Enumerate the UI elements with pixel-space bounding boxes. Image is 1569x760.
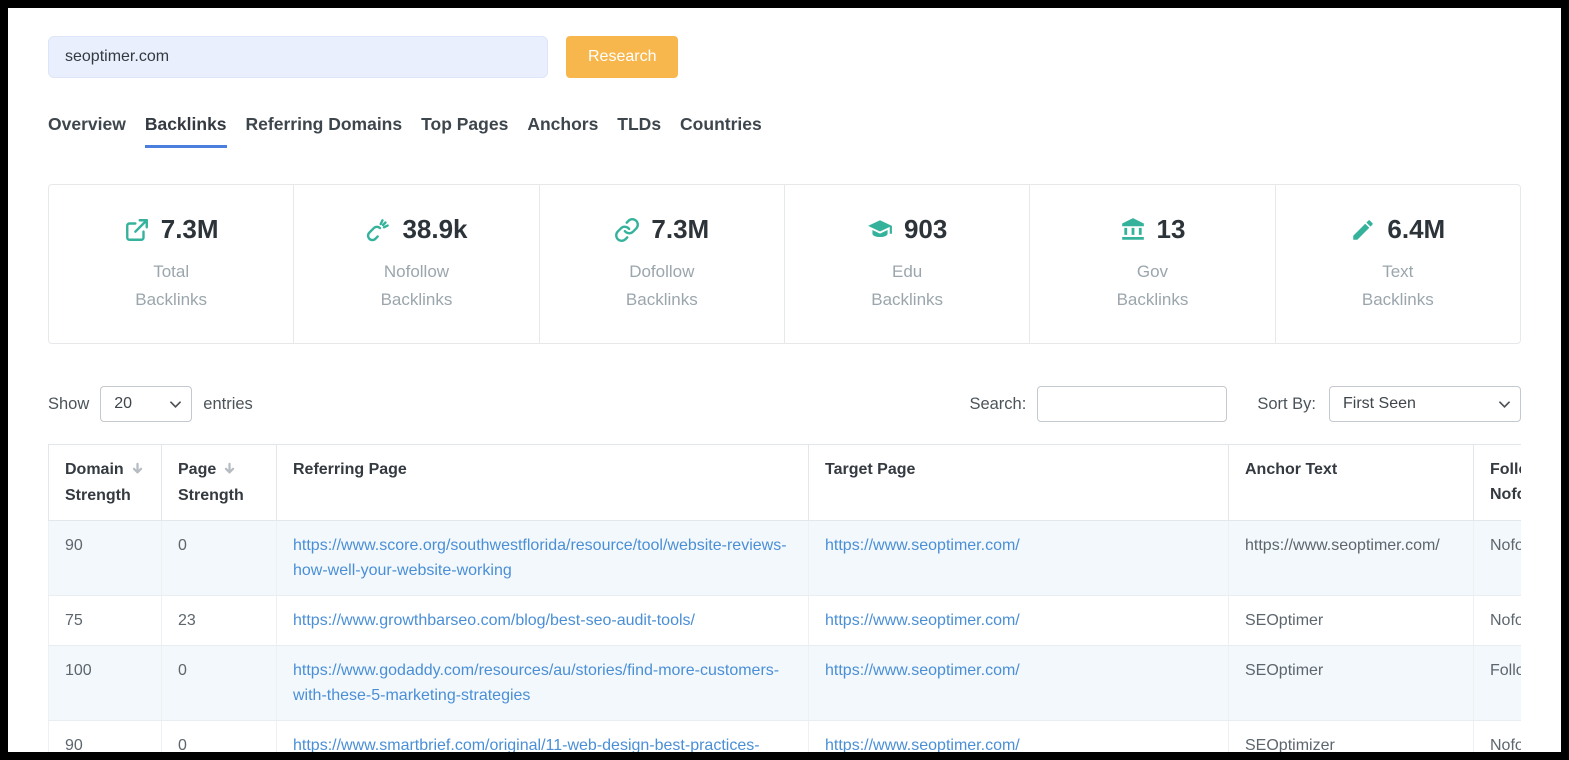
- anchor-text-cell: SEOptimizer: [1229, 721, 1474, 753]
- stat-value: 7.3M: [161, 214, 219, 245]
- stat-label: Nofollow Backlinks: [381, 258, 453, 314]
- bank-icon: [1120, 217, 1146, 243]
- sort-down-icon[interactable]: [131, 458, 144, 483]
- target-page-link[interactable]: https://www.seoptimer.com/: [825, 612, 1020, 629]
- column-header-follow-nofollow: Follow Nofollow: [1474, 445, 1522, 521]
- column-header-anchor-text: Anchor Text: [1229, 445, 1474, 521]
- page-strength-cell: 0: [162, 521, 277, 596]
- stat-edu-backlinks: 903 Edu Backlinks: [784, 185, 1029, 343]
- stat-value: 13: [1157, 214, 1186, 245]
- tab-tlds[interactable]: TLDs: [617, 114, 661, 148]
- referring-page-link[interactable]: https://www.godaddy.com/resources/au/sto…: [293, 662, 779, 704]
- research-button[interactable]: Research: [566, 36, 678, 78]
- tab-referring-domains[interactable]: Referring Domains: [246, 114, 403, 148]
- referring-page-cell: https://www.smartbrief.com/original/11-w…: [277, 721, 809, 753]
- stat-dofollow-backlinks: 7.3M Dofollow Backlinks: [539, 185, 784, 343]
- follow-cell: Nofollow: [1474, 521, 1522, 596]
- stat-total-backlinks: 7.3M Total Backlinks: [49, 185, 293, 343]
- anchor-text-cell: SEOptimer: [1229, 646, 1474, 721]
- column-header-target-page: Target Page: [809, 445, 1229, 521]
- backlinks-table: Domain Strength Page Strength Referring …: [48, 444, 1521, 752]
- sort-by-label: Sort By:: [1257, 395, 1316, 414]
- target-page-cell: https://www.seoptimer.com/: [809, 646, 1229, 721]
- referring-page-cell: https://www.growthbarseo.com/blog/best-s…: [277, 596, 809, 646]
- anchor-text-cell: https://www.seoptimer.com/: [1229, 521, 1474, 596]
- backlinks-table-wrap: Domain Strength Page Strength Referring …: [48, 444, 1521, 752]
- external-link-icon: [124, 217, 150, 243]
- tab-top-pages[interactable]: Top Pages: [421, 114, 508, 148]
- tab-backlinks[interactable]: Backlinks: [145, 114, 227, 148]
- search-label: Search:: [969, 395, 1026, 414]
- column-header-domain-strength[interactable]: Domain Strength: [49, 445, 162, 521]
- sort-down-icon[interactable]: [223, 458, 236, 483]
- controls-right: Search: Sort By: First Seen: [969, 386, 1521, 422]
- referring-page-link[interactable]: https://www.growthbarseo.com/blog/best-s…: [293, 612, 695, 629]
- stat-label: Total Backlinks: [135, 258, 207, 314]
- stat-text-backlinks: 6.4M Text Backlinks: [1275, 185, 1520, 343]
- stat-value: 6.4M: [1387, 214, 1445, 245]
- referring-page-link[interactable]: https://www.score.org/southwestflorida/r…: [293, 537, 787, 579]
- domain-search-bar: Research: [48, 36, 1521, 78]
- domain-strength-cell: 90: [49, 721, 162, 753]
- sort-by-select[interactable]: First Seen: [1329, 386, 1521, 422]
- stat-value: 7.3M: [651, 214, 709, 245]
- column-header-page-strength[interactable]: Page Strength: [162, 445, 277, 521]
- table-controls: Show 20 entries Search: Sort By: First S…: [48, 386, 1521, 422]
- follow-cell: Nofollow: [1474, 721, 1522, 753]
- target-page-cell: https://www.seoptimer.com/: [809, 596, 1229, 646]
- stat-label: Edu Backlinks: [871, 258, 943, 314]
- entries-select[interactable]: 20: [100, 386, 192, 422]
- page-strength-cell: 23: [162, 596, 277, 646]
- target-page-link[interactable]: https://www.seoptimer.com/: [825, 737, 1020, 752]
- stat-nofollow-backlinks: 38.9k Nofollow Backlinks: [293, 185, 538, 343]
- follow-cell: Follow: [1474, 646, 1522, 721]
- target-page-cell: https://www.seoptimer.com/: [809, 721, 1229, 753]
- referring-page-link[interactable]: https://www.smartbrief.com/original/11-w…: [293, 737, 760, 752]
- tab-overview[interactable]: Overview: [48, 114, 126, 148]
- target-page-link[interactable]: https://www.seoptimer.com/: [825, 537, 1020, 554]
- stat-label: Gov Backlinks: [1117, 258, 1189, 314]
- backlink-research-page: Research Overview Backlinks Referring Do…: [8, 8, 1561, 752]
- stat-gov-backlinks: 13 Gov Backlinks: [1029, 185, 1274, 343]
- stat-value: 38.9k: [402, 214, 467, 245]
- backlink-stats-card: 7.3M Total Backlinks 38.9k Nofollow Back…: [48, 184, 1521, 344]
- page-strength-cell: 0: [162, 721, 277, 753]
- stat-value: 903: [904, 214, 947, 245]
- target-page-cell: https://www.seoptimer.com/: [809, 521, 1229, 596]
- graduation-cap-icon: [867, 217, 893, 243]
- table-row: 75 23 https://www.growthbarseo.com/blog/…: [49, 596, 1522, 646]
- page-strength-cell: 0: [162, 646, 277, 721]
- tab-countries[interactable]: Countries: [680, 114, 762, 148]
- stat-label: Dofollow Backlinks: [626, 258, 698, 314]
- referring-page-cell: https://www.score.org/southwestflorida/r…: [277, 521, 809, 596]
- anchor-text-cell: SEOptimer: [1229, 596, 1474, 646]
- column-header-referring-page: Referring Page: [277, 445, 809, 521]
- referring-page-cell: https://www.godaddy.com/resources/au/sto…: [277, 646, 809, 721]
- target-page-link[interactable]: https://www.seoptimer.com/: [825, 662, 1020, 679]
- table-row: 90 0 https://www.score.org/southwestflor…: [49, 521, 1522, 596]
- chevron-down-icon: [1489, 395, 1510, 413]
- pencil-icon: [1350, 217, 1376, 243]
- stat-label: Text Backlinks: [1362, 258, 1434, 314]
- table-row: 100 0 https://www.godaddy.com/resources/…: [49, 646, 1522, 721]
- domain-strength-cell: 100: [49, 646, 162, 721]
- table-search-input[interactable]: [1037, 386, 1227, 422]
- show-label: Show: [48, 395, 89, 414]
- tab-anchors[interactable]: Anchors: [527, 114, 598, 148]
- domain-input[interactable]: [48, 36, 548, 78]
- domain-strength-cell: 90: [49, 521, 162, 596]
- broken-link-icon: [365, 217, 391, 243]
- chevron-down-icon: [160, 395, 181, 413]
- tab-bar: Overview Backlinks Referring Domains Top…: [48, 114, 1521, 148]
- domain-strength-cell: 75: [49, 596, 162, 646]
- link-icon: [614, 217, 640, 243]
- entries-label: entries: [203, 395, 253, 414]
- table-row: 90 0 https://www.smartbrief.com/original…: [49, 721, 1522, 753]
- follow-cell: Nofollow: [1474, 596, 1522, 646]
